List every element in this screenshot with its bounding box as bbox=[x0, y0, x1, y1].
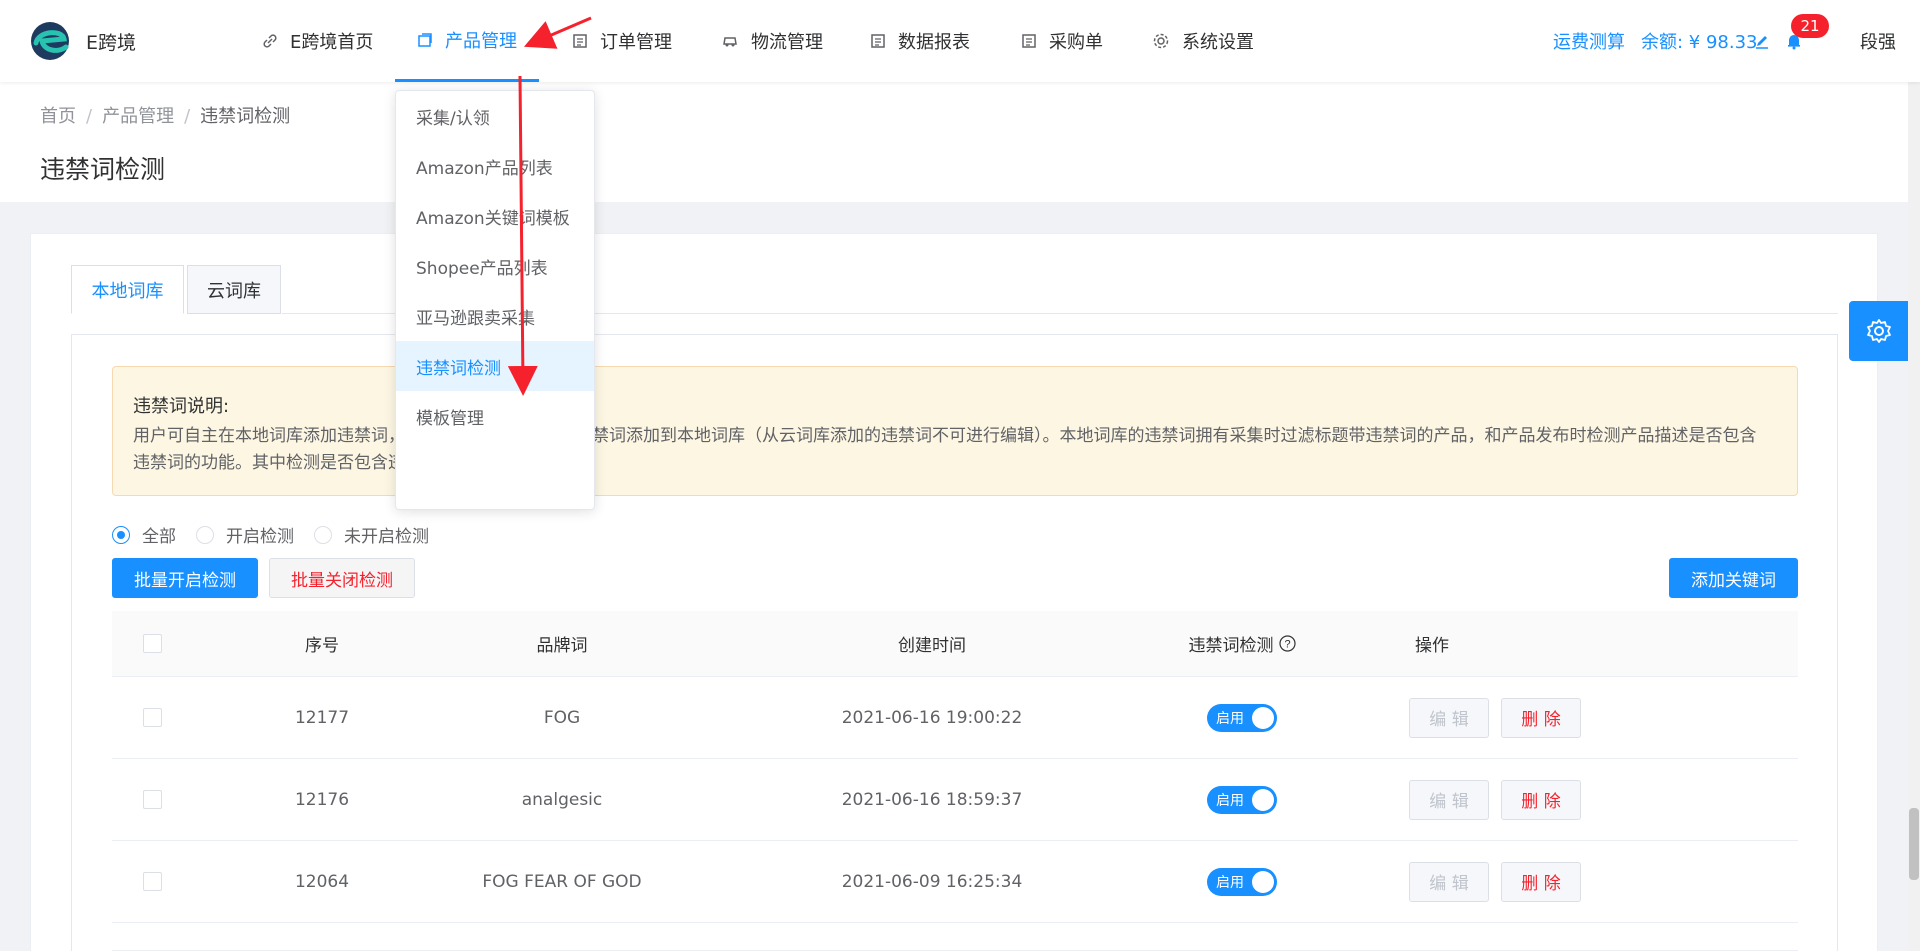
balance-link[interactable]: 余额: ¥ 98.33 bbox=[1641, 0, 1758, 82]
tab-local-library[interactable]: 本地词库 bbox=[71, 265, 184, 314]
header-id: 序号 bbox=[305, 636, 339, 656]
link-icon bbox=[263, 34, 277, 48]
header-created: 创建时间 bbox=[898, 636, 966, 656]
delete-button[interactable]: 删 除 bbox=[1501, 861, 1581, 902]
scrollbar-thumb[interactable] bbox=[1909, 808, 1919, 880]
dropdown-item-shopee-products[interactable]: Shopee产品列表 bbox=[396, 241, 594, 291]
row-created: 2021-06-16 19:00:22 bbox=[841, 707, 1023, 728]
top-navbar: E跨境 E跨境首页 产品管理 订单管理 物流管理 数据报表 采购单 系统设置 运… bbox=[0, 0, 1920, 82]
floating-settings-button[interactable] bbox=[1849, 301, 1908, 361]
row-id: 12177 bbox=[294, 707, 350, 728]
breadcrumb-current: 违禁词检测 bbox=[200, 106, 291, 127]
dropdown-item-amazon-keyword-template[interactable]: Amazon关键词模板 bbox=[396, 191, 594, 241]
nav-logistics-label: 物流管理 bbox=[751, 32, 823, 53]
nav-report[interactable]: 数据报表 bbox=[870, 0, 970, 82]
freight-calc-link[interactable]: 运费测算 bbox=[1553, 0, 1625, 82]
radio-circle bbox=[112, 525, 130, 544]
nav-logistics[interactable]: 物流管理 bbox=[721, 0, 823, 82]
nav-order-label: 订单管理 bbox=[600, 32, 672, 53]
page-header: 首页 / 产品管理 / 违禁词检测 违禁词检测 bbox=[0, 82, 1908, 202]
delete-button[interactable]: 删 除 bbox=[1501, 779, 1581, 820]
user-name[interactable]: 段强 bbox=[1860, 0, 1896, 82]
breadcrumb-home[interactable]: 首页 bbox=[40, 106, 76, 127]
row-checkbox[interactable] bbox=[142, 790, 162, 809]
header-brand: 品牌词 bbox=[536, 636, 588, 656]
table-row: 12177 FOG 2021-06-16 19:00:22 启用 编 辑 删 除 bbox=[112, 677, 1798, 759]
radio-disabled[interactable]: 未开启检测 bbox=[314, 522, 429, 547]
nav-purchase[interactable]: 采购单 bbox=[1021, 0, 1103, 82]
row-checkbox[interactable] bbox=[142, 708, 162, 727]
detect-switch[interactable]: 启用 bbox=[1207, 867, 1277, 896]
nav-home-label: E跨境首页 bbox=[290, 32, 374, 53]
detect-switch[interactable]: 启用 bbox=[1207, 703, 1277, 732]
table-row: 12064 FOG FEAR OF GOD 2021-06-09 16:25:3… bbox=[112, 841, 1798, 923]
nav-settings[interactable]: 系统设置 bbox=[1152, 0, 1254, 82]
breadcrumb-product[interactable]: 产品管理 bbox=[102, 106, 174, 127]
header-ops: 操作 bbox=[1415, 636, 1449, 656]
row-created: 2021-06-16 18:59:37 bbox=[841, 789, 1023, 810]
detect-switch[interactable]: 启用 bbox=[1207, 785, 1277, 814]
batch-enable-button[interactable]: 批量开启检测 bbox=[112, 558, 258, 598]
logo-icon[interactable] bbox=[28, 21, 72, 61]
table-row: 12176 analgesic 2021-06-16 18:59:37 启用 编… bbox=[112, 759, 1798, 841]
notice-text: 用户可自主在本地词库添加违禁词，也可以从云词库中选择违禁词添加到本地词库（从云词… bbox=[133, 426, 1757, 473]
nav-home[interactable]: E跨境首页 bbox=[262, 0, 373, 82]
product-icon bbox=[418, 32, 432, 47]
nav-purchase-label: 采购单 bbox=[1049, 32, 1103, 53]
select-all-checkbox[interactable] bbox=[142, 634, 162, 653]
radio-enabled[interactable]: 开启检测 bbox=[196, 522, 294, 547]
table-header: 序号 品牌词 创建时间 违禁词检测 ? 操作 bbox=[112, 611, 1798, 677]
row-id: 12064 bbox=[294, 871, 350, 892]
dropdown-item-forbidden-words[interactable]: 违禁词检测 bbox=[396, 341, 594, 391]
edit-button[interactable]: 编 辑 bbox=[1409, 861, 1489, 902]
edit-button[interactable]: 编 辑 bbox=[1409, 697, 1489, 738]
page-title: 违禁词检测 bbox=[40, 155, 166, 184]
row-brand: FOG bbox=[543, 707, 581, 728]
radio-circle bbox=[196, 525, 214, 544]
notice-box: 违禁词说明: 用户可自主在本地词库添加违禁词，也可以从云词库中选择违禁词添加到本… bbox=[112, 366, 1798, 496]
edit-icon[interactable] bbox=[1754, 0, 1770, 82]
product-dropdown-menu: 采集/认领 Amazon产品列表 Amazon关键词模板 Shopee产品列表 … bbox=[395, 90, 595, 510]
help-icon[interactable]: ? bbox=[1278, 635, 1296, 652]
report-icon bbox=[871, 34, 885, 48]
purchase-icon bbox=[1022, 34, 1036, 48]
radio-all-label: 全部 bbox=[142, 527, 176, 547]
row-checkbox[interactable] bbox=[142, 872, 162, 891]
notification-badge: 21 bbox=[1791, 14, 1829, 38]
nav-report-label: 数据报表 bbox=[898, 32, 970, 53]
filter-radio-group: 全部 开启检测 未开启检测 bbox=[112, 522, 449, 547]
gear-icon bbox=[1153, 33, 1169, 49]
dropdown-item-collect[interactable]: 采集/认领 bbox=[396, 91, 594, 141]
table-row bbox=[112, 923, 1798, 951]
dropdown-item-template-manage[interactable]: 模板管理 bbox=[396, 391, 594, 441]
order-icon bbox=[573, 34, 587, 48]
radio-circle bbox=[314, 525, 332, 544]
header-detect: 违禁词检测 bbox=[1188, 636, 1274, 656]
nav-product[interactable]: 产品管理 bbox=[395, 0, 539, 82]
row-created: 2021-06-09 16:25:34 bbox=[841, 871, 1023, 892]
breadcrumb: 首页 / 产品管理 / 违禁词检测 bbox=[40, 106, 291, 127]
batch-disable-button[interactable]: 批量关闭检测 bbox=[269, 558, 415, 598]
bell-icon[interactable] bbox=[1786, 0, 1802, 82]
tab-cloud-library[interactable]: 云词库 bbox=[187, 265, 281, 314]
edit-button[interactable]: 编 辑 bbox=[1409, 779, 1489, 820]
add-keyword-button[interactable]: 添加关键词 bbox=[1669, 558, 1798, 598]
row-brand: analgesic bbox=[521, 789, 603, 810]
dropdown-item-amazon-products[interactable]: Amazon产品列表 bbox=[396, 141, 594, 191]
row-id: 12176 bbox=[294, 789, 350, 810]
row-brand: FOG FEAR OF GOD bbox=[482, 871, 642, 892]
brand-name: E跨境 bbox=[86, 32, 137, 54]
svg-text:?: ? bbox=[1284, 639, 1290, 651]
radio-disabled-label: 未开启检测 bbox=[344, 527, 429, 547]
delete-button[interactable]: 删 除 bbox=[1501, 697, 1581, 738]
nav-product-label: 产品管理 bbox=[445, 30, 517, 52]
nav-order[interactable]: 订单管理 bbox=[572, 0, 672, 82]
notice-title: 违禁词说明: bbox=[133, 396, 230, 417]
nav-settings-label: 系统设置 bbox=[1182, 32, 1254, 53]
radio-all[interactable]: 全部 bbox=[112, 522, 176, 547]
gear-icon bbox=[1866, 319, 1891, 343]
truck-icon bbox=[723, 37, 737, 47]
dropdown-item-amazon-follow-sell[interactable]: 亚马逊跟卖采集 bbox=[396, 291, 594, 341]
radio-enabled-label: 开启检测 bbox=[226, 527, 294, 547]
